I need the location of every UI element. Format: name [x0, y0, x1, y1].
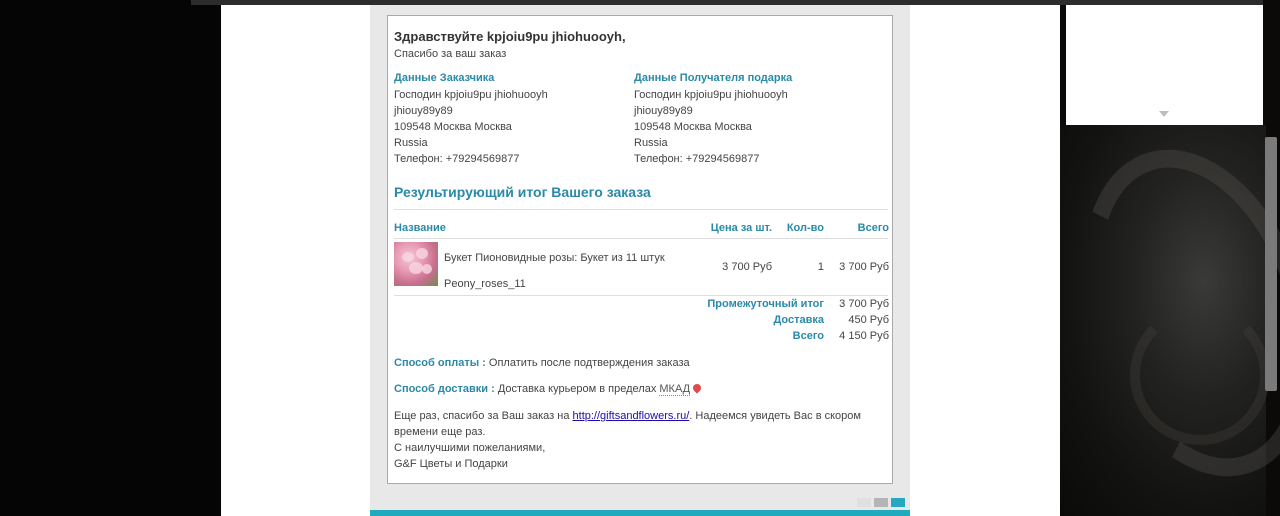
recipient-line: Господин kpjoiu9pu jhiohuooyh: [634, 89, 788, 101]
recipient-line: Russia: [634, 137, 668, 149]
customer-heading: Данные Заказчика: [394, 72, 495, 84]
caret-down-icon[interactable]: [1159, 111, 1169, 117]
slide-indicator: [857, 498, 905, 507]
slide-dot[interactable]: [874, 498, 888, 507]
shipping-label: Способ доставки :: [394, 383, 495, 395]
col-header-qty: Кол-во: [786, 222, 824, 234]
customer-line: Russia: [394, 137, 428, 149]
recipient-line: jhiouy89y89: [634, 105, 693, 117]
recipient-phone: Телефон: +79294569877: [634, 153, 760, 165]
map-pin-icon[interactable]: [691, 382, 703, 394]
slide-dot-active[interactable]: [891, 498, 905, 507]
divider: [394, 295, 888, 296]
subtotal-value: 3 700 Руб: [839, 298, 889, 310]
payment-label: Способ оплаты :: [394, 357, 486, 369]
col-header-name: Название: [394, 222, 446, 234]
grand-total-value: 4 150 Руб: [839, 330, 889, 342]
product-sku: Peony_roses_11: [444, 278, 526, 290]
delivery-label: Доставка: [773, 314, 824, 326]
col-header-price: Цена за шт.: [710, 222, 772, 234]
payment-method: Способ оплаты : Оплатить после подтвержд…: [394, 357, 690, 369]
thanks-line: Спасибо за ваш заказ: [394, 48, 507, 60]
page-background-left: [0, 0, 221, 516]
footer-accent-bar: [370, 510, 910, 516]
payment-value: Оплатить после подтверждения заказа: [488, 357, 690, 369]
closing-text: Еще раз, спасибо за Ваш заказ на: [394, 410, 573, 422]
background-photo: [1043, 119, 1280, 516]
grand-total-label: Всего: [792, 330, 824, 342]
shipping-value: Доставка курьером в пределах: [497, 383, 660, 395]
slide-dot[interactable]: [857, 498, 871, 507]
divider: [394, 238, 888, 239]
customer-line: Господин kpjoiu9pu jhiohuooyh: [394, 89, 548, 101]
customer-phone: Телефон: +79294569877: [394, 153, 520, 165]
divider: [394, 209, 888, 210]
recipient-line: 109548 Москва Москва: [634, 121, 752, 133]
summary-title: Результирующий итог Вашего заказа: [394, 184, 651, 200]
col-header-total: Всего: [857, 222, 889, 234]
customer-line: 109548 Москва Москва: [394, 121, 512, 133]
item-qty: 1: [817, 261, 824, 273]
closing-line-2: времени еще раз.: [394, 426, 486, 438]
mkad-link[interactable]: МКАД: [659, 383, 691, 396]
shipping-method: Способ доставки : Доставка курьером в пр…: [394, 382, 703, 396]
delivery-value: 450 Руб: [848, 314, 889, 326]
scrollbar-thumb[interactable]: [1265, 137, 1277, 391]
dropdown-popup: [1066, 5, 1263, 125]
order-receipt: Здравствуйте kpjoiu9pu jhiohuooyh, Спаси…: [387, 15, 893, 484]
subtotal-label: Промежуточный итог: [707, 298, 824, 310]
closing-line-1: Еще раз, спасибо за Ваш заказ на http://…: [394, 410, 861, 422]
signature: G&F Цветы и Подарки: [394, 458, 508, 470]
customer-line: jhiouy89y89: [394, 105, 453, 117]
closing-line-3: С наилучшими пожеланиями,: [394, 442, 546, 454]
product-name: Букет Пионовидные розы: Букет из 11 штук: [444, 252, 665, 264]
product-thumbnail[interactable]: [394, 242, 438, 286]
greeting: Здравствуйте kpjoiu9pu jhiohuooyh,: [394, 29, 626, 44]
item-total: 3 700 Руб: [839, 261, 889, 273]
closing-text: . Надеемся увидеть Вас в скором: [689, 410, 861, 422]
item-price: 3 700 Руб: [722, 261, 772, 273]
site-link[interactable]: http://giftsandflowers.ru/: [573, 410, 690, 422]
recipient-heading: Данные Получателя подарка: [634, 72, 793, 84]
